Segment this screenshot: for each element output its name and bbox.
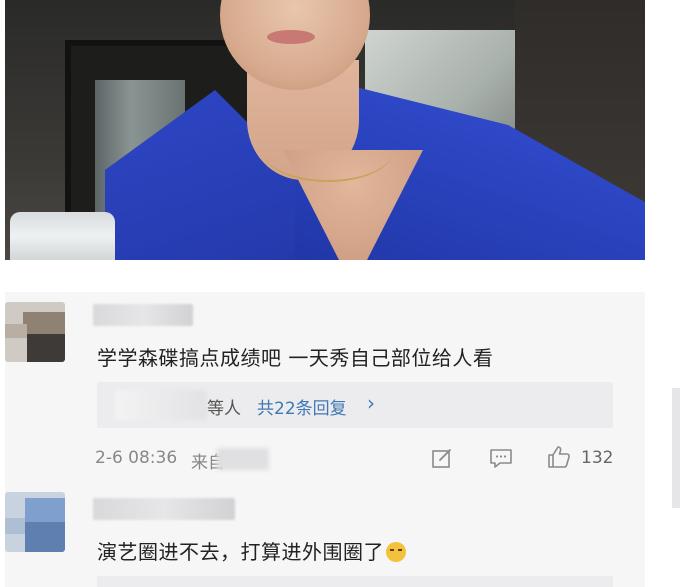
lips <box>267 30 315 44</box>
smirk-emoji-icon <box>386 542 406 562</box>
view-replies-link[interactable]: 共22条回复 <box>257 394 347 419</box>
replies-preview[interactable] <box>97 576 613 587</box>
like-count: 132 <box>581 448 614 468</box>
source-blurred <box>217 448 269 470</box>
username-blurred[interactable] <box>93 498 235 520</box>
replies-preview[interactable]: 等人 共22条回复 › <box>97 382 613 428</box>
edge-divider <box>672 388 680 508</box>
comment-icon[interactable] <box>489 447 513 469</box>
comment-text-content: 演艺圈进不去，打算进外围圈了 <box>97 540 384 564</box>
comment-date: 2-6 08:36 <box>95 448 178 468</box>
avatar[interactable] <box>5 302 65 362</box>
necklace <box>263 120 393 182</box>
comment-text: 演艺圈进不去，打算进外围圈了 <box>97 536 406 565</box>
chevron-right-icon[interactable]: › <box>367 391 375 415</box>
avatar[interactable] <box>5 492 65 552</box>
post-photo[interactable] <box>5 0 645 260</box>
comment-text: 学学森碟搞点成绩吧 一天秀自己部位给人看 <box>97 346 494 370</box>
comment-list: 学学森碟搞点成绩吧 一天秀自己部位给人看 等人 共22条回复 › 2-6 08:… <box>5 292 645 587</box>
username-blurred[interactable] <box>93 304 193 326</box>
edit-icon[interactable] <box>431 447 453 469</box>
thumbs-up-icon[interactable] <box>546 444 572 470</box>
reply-users-blurred <box>115 390 207 420</box>
jar <box>10 212 115 260</box>
reply-users-label: 等人 <box>207 399 241 419</box>
